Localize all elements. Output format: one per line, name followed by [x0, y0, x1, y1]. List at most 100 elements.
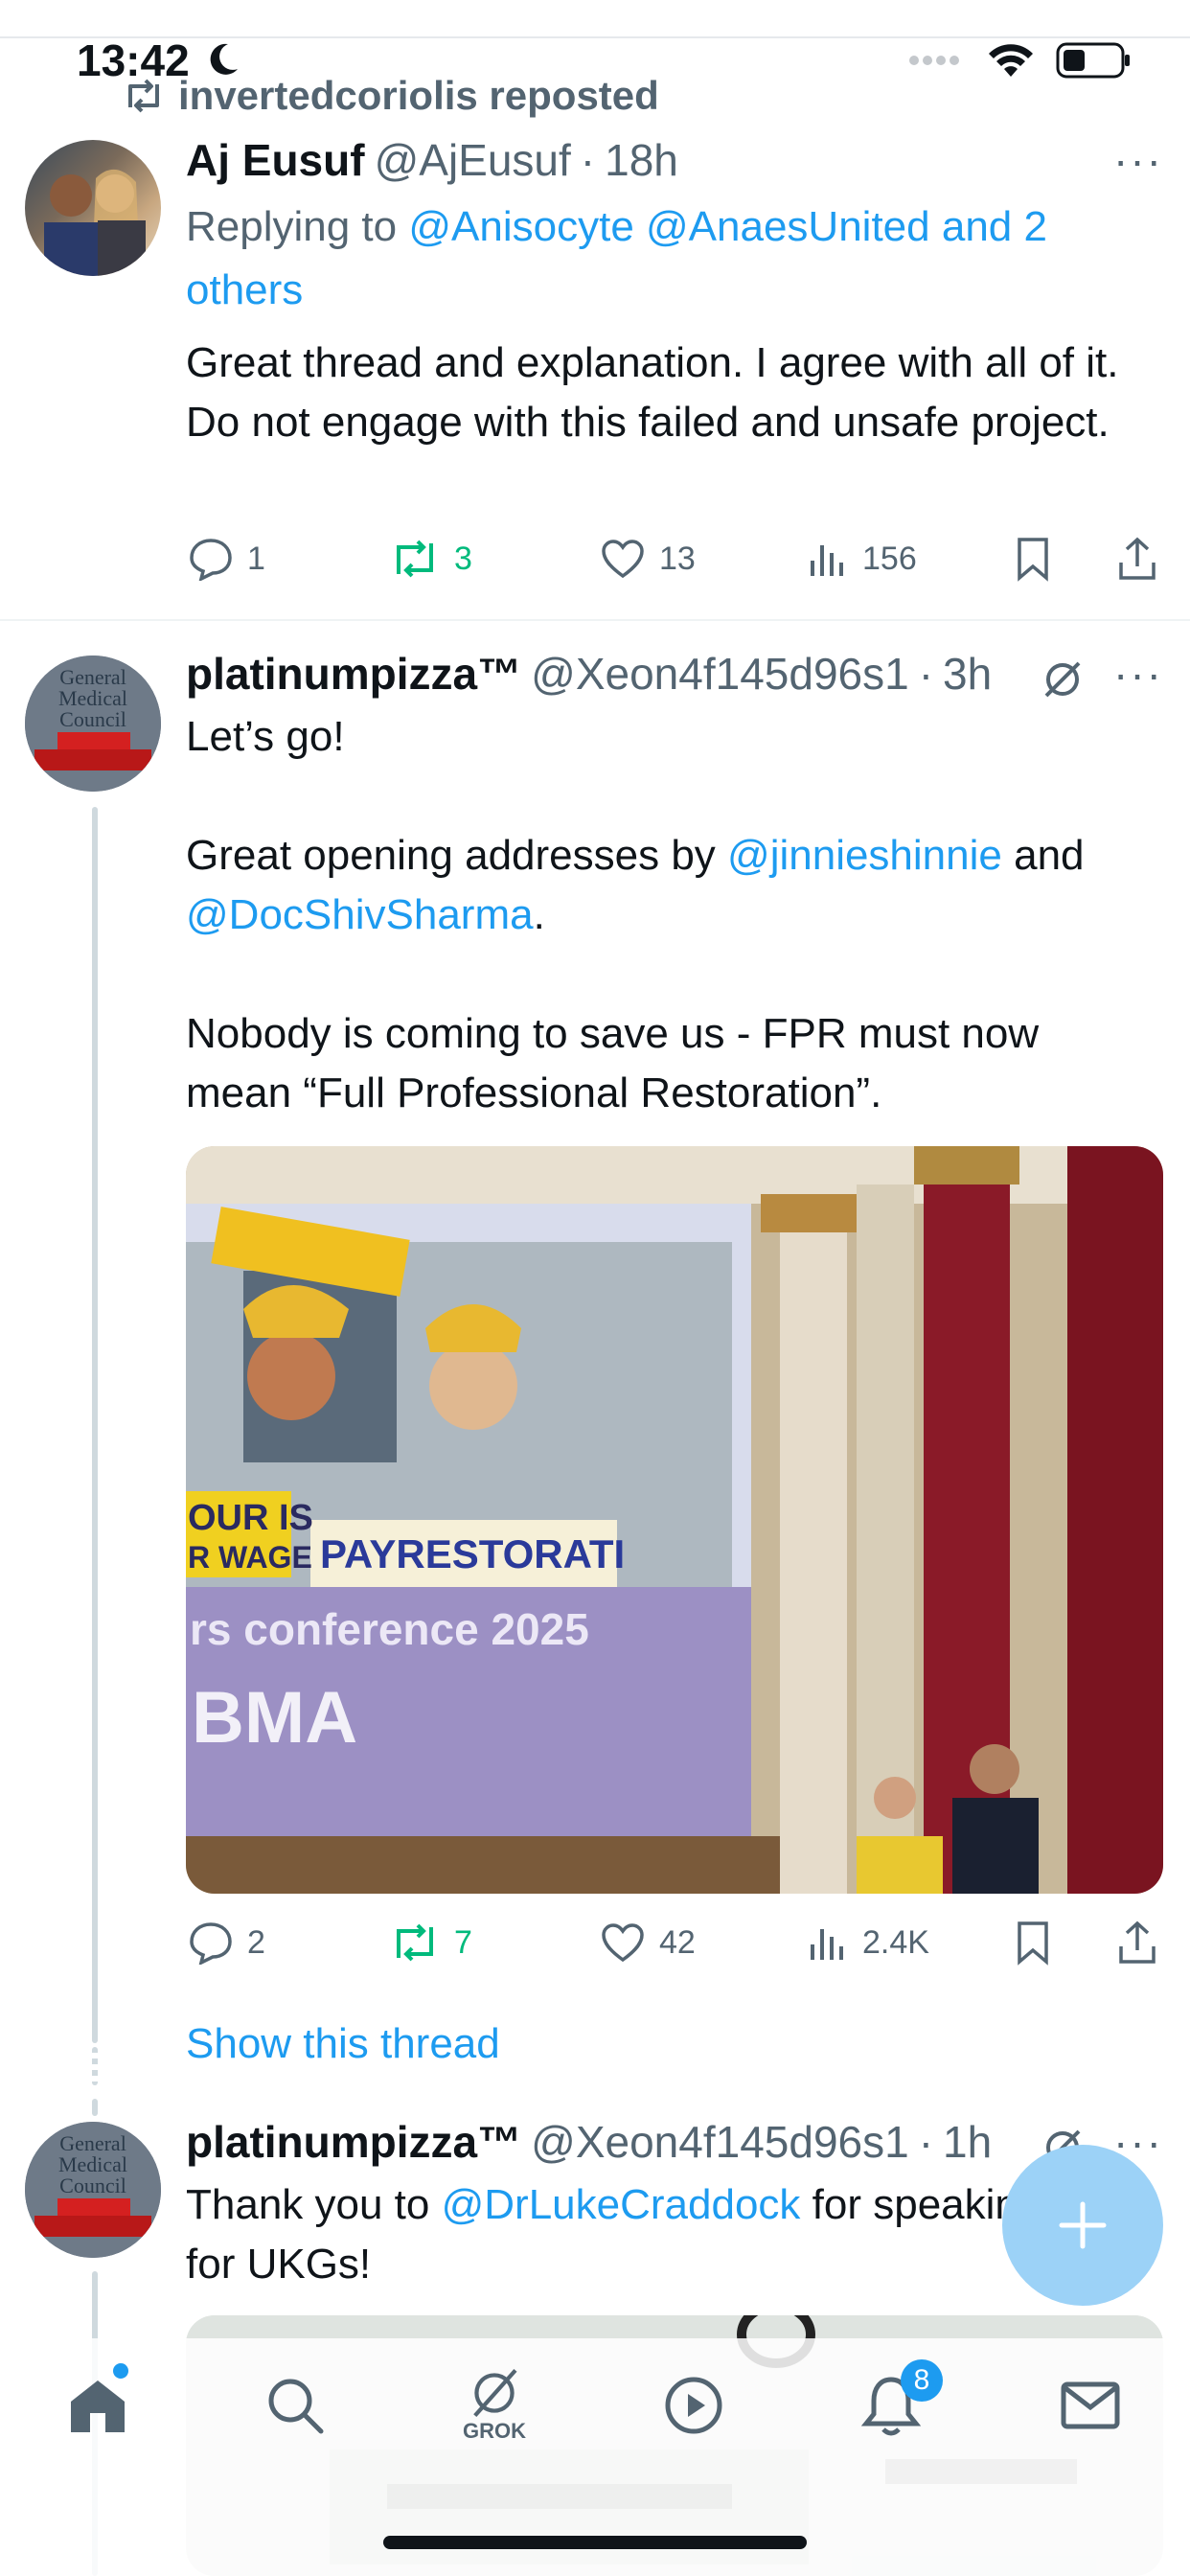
like-count: 42	[659, 1923, 696, 1961]
reply-icon	[190, 539, 232, 581]
text-segment: .	[533, 891, 545, 938]
mention-link[interactable]: @jinnieshinnie	[727, 832, 1002, 879]
home-unread-dot	[113, 2363, 128, 2379]
show-thread-link[interactable]: Show this thread	[186, 2020, 500, 2068]
tweet-header: Aj Eusuf @AjEusuf · 18h	[186, 134, 678, 186]
reply-button[interactable]: 1	[188, 537, 265, 581]
views-button[interactable]: 156	[807, 538, 917, 580]
image-sign-text: PAYRESTORATI	[320, 1531, 625, 1576]
wifi-icon	[989, 44, 1033, 77]
tweet-line-3: Nobody is coming to save us - FPR must n…	[186, 1010, 1040, 1116]
tweet-line-2: Great opening addresses by @jinnieshinni…	[186, 826, 1163, 945]
repost-count: 3	[454, 540, 472, 577]
avatar-platinumpizza[interactable]: General Medical Council	[25, 656, 161, 792]
tab-grok[interactable]: GROK	[456, 2367, 533, 2444]
share-icon[interactable]	[1115, 1920, 1159, 1966]
image-sign-text-2: OUR IS	[188, 1498, 313, 1538]
bookmark-icon[interactable]	[1014, 536, 1052, 582]
notifications-badge: 8	[901, 2359, 943, 2402]
image-bma-text: BMA	[192, 1677, 357, 1759]
views-button[interactable]: 2.4K	[807, 1921, 929, 1964]
tweet-media-image[interactable]: PAYRESTORATI OUR IS R WAGE rs conference…	[186, 1146, 1163, 1894]
tweet-time[interactable]: 18h	[605, 134, 678, 186]
tweet-actions: 2 7 42 2.4K	[188, 1919, 1165, 1966]
avatar-platinumpizza[interactable]: General Medical Council	[25, 2122, 161, 2258]
tweet-divider	[0, 619, 1190, 621]
tweet-text: Great thread and explanation. I agree wi…	[186, 339, 1119, 446]
image-conference-text: rs conference 2025	[190, 1604, 589, 1654]
tweet-line-1: Let’s go!	[186, 713, 345, 760]
more-options-icon[interactable]: ···	[1113, 648, 1163, 700]
tab-video[interactable]	[655, 2367, 732, 2444]
bookmark-icon[interactable]	[1014, 1920, 1052, 1966]
signal-icon	[909, 56, 959, 65]
image-sign-text-3: R WAGE	[188, 1540, 312, 1575]
home-indicator	[383, 2536, 807, 2549]
mail-icon	[1061, 2381, 1120, 2429]
tweet-time[interactable]: 1h	[943, 2116, 992, 2168]
text-segment: Thank you to	[186, 2181, 442, 2228]
svg-text:Council: Council	[59, 2174, 126, 2197]
avatar-gmc-logo: General Medical Council	[25, 2122, 161, 2258]
like-count: 13	[659, 540, 696, 577]
tab-home[interactable]	[59, 2367, 136, 2444]
tweet-time[interactable]: 3h	[943, 648, 992, 700]
reply-count: 2	[247, 1923, 265, 1961]
avatar-photo	[44, 169, 146, 276]
avatar-aj-eusuf[interactable]	[25, 140, 161, 276]
thread-gap	[92, 2047, 98, 2085]
tweet-header: platinumpizza™ @Xeon4f145d96s1 · 3h	[186, 648, 992, 700]
repost-button[interactable]: 3	[389, 538, 472, 580]
home-icon	[71, 2380, 125, 2432]
text-segment: Great opening addresses by	[186, 832, 728, 879]
tweet-actions: 1 3 13 156	[188, 535, 1165, 583]
compose-button[interactable]	[1002, 2145, 1163, 2306]
views-icon	[811, 1929, 843, 1960]
search-icon	[268, 2379, 324, 2434]
plus-icon	[1059, 2201, 1107, 2249]
repost-icon	[397, 1923, 433, 1962]
tweet-text: Thank you to @DrLukeCraddock for speakin…	[186, 2175, 1144, 2294]
view-count: 156	[862, 540, 917, 577]
reply-count: 1	[247, 540, 265, 577]
repost-icon	[128, 79, 159, 113]
mention-link[interactable]: @DrLukeCraddock	[442, 2181, 801, 2228]
share-icon[interactable]	[1115, 536, 1159, 582]
grok-icon	[473, 2368, 517, 2418]
svg-text:Council: Council	[59, 707, 126, 731]
tweet-header: platinumpizza™ @Xeon4f145d96s1 · 1h	[186, 2116, 992, 2168]
repost-icon	[397, 540, 433, 578]
author-handle[interactable]: @Xeon4f145d96s1	[531, 648, 909, 700]
author-handle[interactable]: @Xeon4f145d96s1	[531, 2116, 909, 2168]
author-name[interactable]: Aj Eusuf	[186, 134, 365, 186]
author-name[interactable]: platinumpizza™	[186, 648, 521, 700]
thread-connector	[92, 807, 98, 2043]
reply-icon	[190, 1922, 232, 1965]
view-count: 2.4K	[862, 1923, 929, 1961]
tab-messages[interactable]	[1052, 2367, 1129, 2444]
reply-context: Replying to @Anisocyte @AnaesUnited and …	[186, 196, 1154, 322]
thread-connector-2	[92, 2099, 98, 2116]
like-button[interactable]: 42	[600, 1921, 696, 1964]
tab-search[interactable]	[257, 2367, 333, 2444]
dot-separator: ·	[580, 135, 596, 185]
repost-context[interactable]: invertedcoriolis reposted	[123, 73, 659, 119]
author-name[interactable]: platinumpizza™	[186, 2116, 521, 2168]
reply-button[interactable]: 2	[188, 1920, 265, 1965]
dot-separator: ·	[918, 649, 934, 699]
text-segment: and	[1001, 832, 1085, 879]
tweet-text: Let’s go! Great opening addresses by @ji…	[186, 707, 1163, 1123]
status-icons	[908, 42, 1133, 79]
views-icon	[811, 545, 843, 576]
mention-link[interactable]: @DocShivSharma	[186, 891, 534, 938]
conference-photo: PAYRESTORATI OUR IS R WAGE rs conference…	[186, 1146, 1163, 1894]
repost-button[interactable]: 7	[389, 1921, 472, 1964]
battery-icon	[1056, 42, 1130, 79]
author-handle[interactable]: @AjEusuf	[375, 134, 571, 186]
like-button[interactable]: 13	[600, 538, 696, 580]
heart-icon	[602, 540, 644, 579]
repost-label: invertedcoriolis reposted	[178, 73, 659, 118]
grok-icon[interactable]	[1041, 657, 1085, 702]
more-options-icon[interactable]: ···	[1113, 134, 1163, 186]
play-icon	[665, 2377, 722, 2434]
